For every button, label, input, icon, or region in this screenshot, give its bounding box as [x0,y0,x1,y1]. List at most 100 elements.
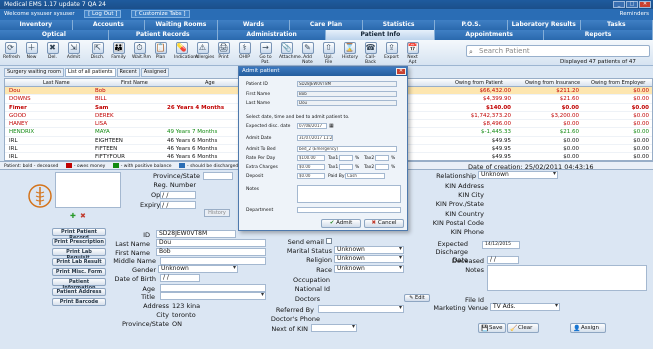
dlg-admit-button[interactable]: ✔ Admit [321,219,361,228]
province-field[interactable] [203,172,233,180]
print-prescription-button[interactable]: Print Prescription [52,238,106,246]
menu-item-statistics[interactable]: Statistics [362,20,436,30]
next-of-kin-select[interactable] [311,324,357,332]
toolbar-attachme--button[interactable]: 📎 Attachme.. [279,42,304,60]
close-button[interactable]: ✕ [639,1,651,8]
menu-item-optical[interactable]: Optical [0,30,109,40]
dlg-admit-date-field[interactable]: 31/07/2017 11:20 [297,135,333,141]
col-first-name[interactable]: First Name [121,79,148,87]
subtab-assigned[interactable]: Assigned [140,68,170,77]
religion-select[interactable]: Unknown [334,255,404,263]
dlg-paid-by-select[interactable]: Cash [345,173,385,179]
toolbar-disch--button[interactable]: ⇱ Disch. [90,42,105,60]
col-owing-employer[interactable]: Owing from Employer [591,79,645,87]
menu-item-patient-records[interactable]: Patient Records [108,30,218,40]
menu-item-appointments[interactable]: Appointments [435,30,545,40]
subtab-recent[interactable]: Recent [116,68,140,77]
dlg-extra-field[interactable]: $0.00 [297,164,325,170]
dlg-rate-field[interactable]: $100.00 [297,155,325,161]
send-email-checkbox[interactable] [326,238,332,244]
race-select[interactable]: Unknown [334,265,404,273]
id-field[interactable]: SD28JEW0VT8M [156,230,236,238]
col-owing-patient[interactable]: Owing from Patient [455,79,503,87]
menu-item-waiting-rooms[interactable]: Waiting Rooms [145,20,218,30]
toolbar-indications-button[interactable]: 💊 Indications [174,42,198,60]
toolbar-family-button[interactable]: 👪 Family [111,42,126,60]
clear-button[interactable]: 🧹 Clear [507,323,539,333]
menu-item-wards[interactable]: Wards [217,20,291,30]
address-value[interactable]: 123 kina [172,302,200,310]
subtab-surgery-waiting-room[interactable]: Surgery waiting room [4,68,64,77]
remove-photo-icon[interactable]: ✖ [80,212,86,220]
maximize-button[interactable]: □ [626,1,638,8]
menu-item-administration[interactable]: Administration [217,30,327,40]
toolbar-export-button[interactable]: ⇪ Export [384,42,399,60]
dlg-deposit-field[interactable]: $0.00 [297,173,325,179]
menu-item-laboratory-results[interactable]: Laboratory Results [507,20,581,30]
dlg-cancel-button[interactable]: ✖ Cancel [364,219,404,228]
dlg-notes-textarea[interactable] [297,185,401,203]
patient-information-button[interactable]: Patient Information [52,278,106,291]
deceased-field[interactable]: / / [487,256,519,264]
dlg-tax2b-field[interactable] [375,164,389,170]
toolbar-add-note-button[interactable]: ✎ Add Note [300,42,315,65]
menu-item-inventory[interactable]: Inventory [0,20,73,30]
menu-item-patient-info[interactable]: Patient Info [326,30,436,40]
dlg-tax1b-field[interactable] [339,164,353,170]
reminders-link[interactable]: Reminders [620,9,649,20]
toolbar-print-button[interactable]: 🖨 Print [216,42,231,60]
toolbar-call-back-button[interactable]: ☎ Call-Back [363,42,378,65]
marital-select[interactable]: Unknown [334,246,404,254]
print-lab-result-button[interactable]: Print Lab Result [52,258,106,266]
city-value[interactable]: toronto [172,311,196,319]
expected-discharge-field[interactable]: 14/12/2015 [482,241,520,249]
col-last-name[interactable]: Last Name [43,79,70,87]
dlg-expected-disc-field[interactable]: 07/08/2017 [297,123,327,129]
print-misc-form-button[interactable]: Print Misc. Form [52,268,106,276]
toolbar-ohip-button[interactable]: ⚕ OHIP [237,42,252,60]
print-barcode-button[interactable]: Print Barcode [52,298,106,306]
relationship-select[interactable]: Unknown [478,171,558,179]
menu-item-p-o-s-[interactable]: P.O.S. [435,20,508,30]
marketing-select[interactable]: TV Ads. [490,303,560,311]
toolbar-del--button[interactable]: ✖ Del. [45,42,60,60]
patient-address-button[interactable]: Patient Address [52,288,106,296]
search-patient-input[interactable]: ⌕ Search Patient [466,45,650,57]
referred-select[interactable] [318,305,404,313]
toolbar-new-button[interactable]: ＋ New [24,42,39,60]
toolbar-plan-button[interactable]: 📋 Plan [153,42,168,60]
toolbar-upl-file-button[interactable]: ⇧ Upl. File [321,42,336,65]
toolbar-go-to-pat--button[interactable]: → Go to Pat. [258,42,273,65]
province2-value[interactable]: ON [172,320,182,328]
logout-link[interactable]: [ Log Out ] [84,10,122,18]
save-button[interactable]: 💾 Save [478,323,506,333]
dialog-close-button[interactable]: ✕ [396,68,406,75]
dlg-department-select[interactable] [297,207,401,213]
dlg-admit-to-bed-select[interactable]: bed_2 (Emergency) [297,146,397,152]
toolbar-next-apt-button[interactable]: 📅 Next Apt [405,42,420,65]
subtab-list-of-all-patients[interactable]: List of all patients [64,68,116,77]
menu-item-reports[interactable]: Reports [544,30,653,40]
dob-field[interactable]: / / [160,274,200,282]
notes-textarea[interactable] [487,265,647,291]
toolbar-allergies-button[interactable]: ⚠ Allergies [195,42,214,60]
menu-item-care-plan[interactable]: Care Plan [290,20,363,30]
dlg-tax2-field[interactable] [375,155,389,161]
history-button[interactable]: History [204,209,230,217]
menu-item-accounts[interactable]: Accounts [72,20,146,30]
toolbar-refresh-button[interactable]: ⟳ Refresh [3,42,20,60]
customize-tabs-link[interactable]: [ Customize Tabs ] [130,10,190,18]
patient-photo-box[interactable] [55,172,121,208]
minimize-button[interactable]: _ [613,1,625,8]
toolbar-history-button[interactable]: ⌛ History [342,42,358,60]
assign-button[interactable]: 👤 Assign [570,323,606,333]
toolbar-admit-button[interactable]: ⇲ Admit [66,42,81,60]
calendar-icon[interactable]: ▦ [329,123,334,129]
add-photo-icon[interactable]: ✚ [70,212,76,220]
col-owing-insurance[interactable]: Owing from Insurance [525,79,580,87]
gender-select[interactable]: Unknown [158,265,238,273]
col-age[interactable]: Age [205,79,215,87]
toolbar-wait-rm-button[interactable]: ⏱ Wait.Rm [132,42,151,60]
last-name-field[interactable]: Dou [156,239,266,247]
menu-item-tasks[interactable]: Tasks [580,20,653,30]
